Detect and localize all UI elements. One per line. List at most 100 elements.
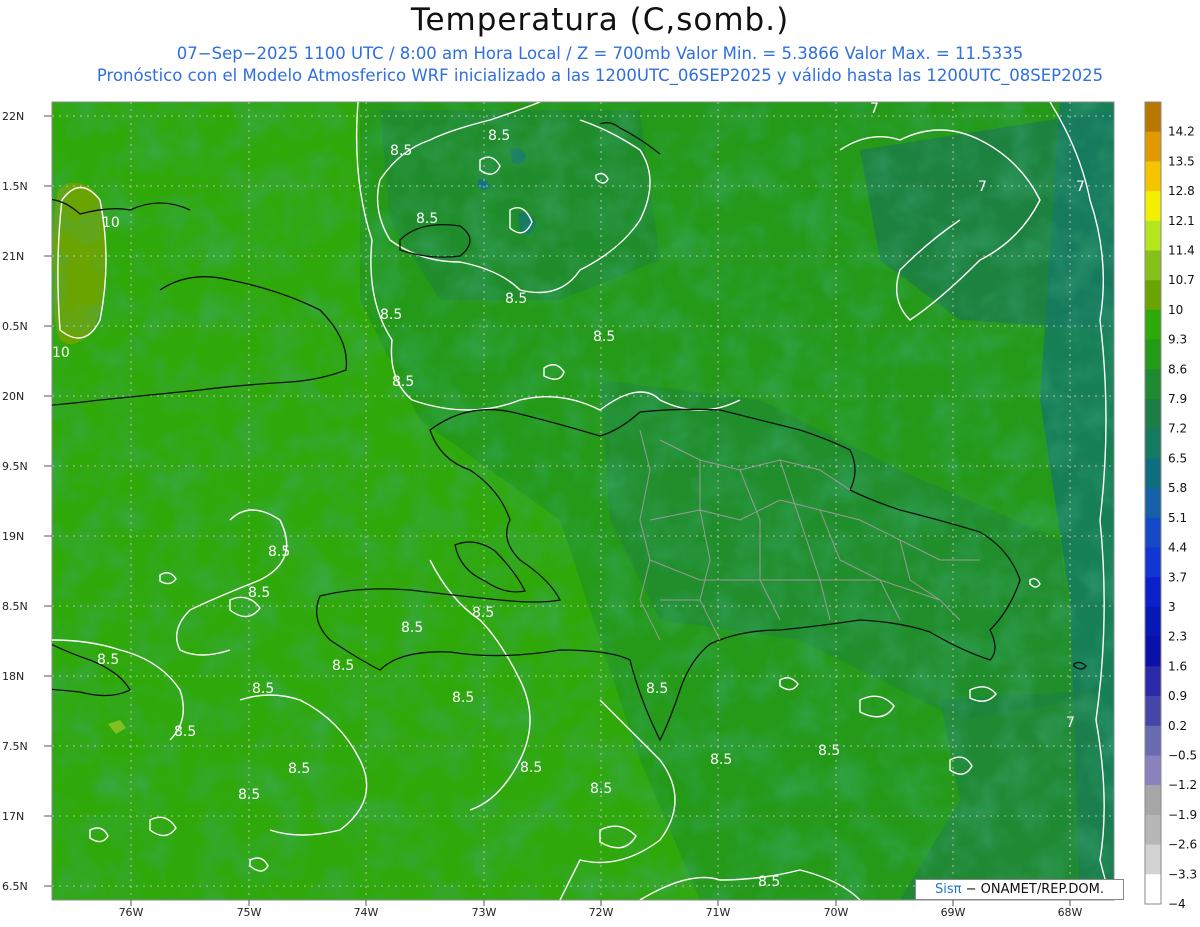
contour-label: 8.5 bbox=[505, 291, 527, 307]
colorbar-swatch bbox=[1145, 547, 1161, 578]
lat-tick-label: 18N bbox=[2, 670, 24, 683]
colorbar-label: 12.1 bbox=[1168, 214, 1195, 228]
colorbar-label: −1.2 bbox=[1168, 778, 1197, 792]
contour-label: 7 bbox=[870, 101, 879, 117]
contour-label: 8.5 bbox=[238, 787, 260, 803]
colorbar-swatch bbox=[1145, 102, 1161, 133]
lat-tick-label: 9.5N bbox=[2, 460, 28, 473]
colorbar-swatch bbox=[1145, 666, 1161, 697]
contour-label: 8.5 bbox=[380, 307, 402, 323]
lon-tick-label: 69W bbox=[941, 906, 966, 919]
colorbar-swatch bbox=[1145, 785, 1161, 816]
colorbar-swatch bbox=[1145, 606, 1161, 638]
colorbar-swatch bbox=[1145, 161, 1161, 192]
lon-tick-label: 74W bbox=[354, 906, 379, 919]
colorbar-swatch bbox=[1145, 636, 1161, 667]
colorbar-label: 1.6 bbox=[1168, 659, 1187, 673]
lat-tick-label: 20N bbox=[2, 390, 24, 403]
colorbar-label: 3 bbox=[1168, 600, 1176, 614]
colorbar-swatch bbox=[1145, 874, 1161, 905]
lat-tick-label: 6.5N bbox=[2, 880, 28, 893]
colorbar-label: 2.3 bbox=[1168, 630, 1187, 644]
lon-tick-label: 76W bbox=[119, 906, 144, 919]
lat-tick-label: 7.5N bbox=[2, 740, 28, 753]
longitude-axis: 76W 75W 74W 73W 72W 71W 70W 69W 68W bbox=[119, 900, 1083, 919]
contour-label: 8.5 bbox=[758, 874, 780, 890]
colorbar-swatch bbox=[1145, 369, 1161, 400]
colorbar-label: 5.1 bbox=[1168, 511, 1187, 525]
colorbar-swatch bbox=[1145, 458, 1161, 489]
colorbar-label: −4 bbox=[1168, 897, 1186, 911]
colorbar-label: 10 bbox=[1168, 303, 1183, 317]
contour-label: 8.5 bbox=[818, 743, 840, 759]
contour-label: 8.5 bbox=[593, 329, 615, 345]
colorbar-label: 0.9 bbox=[1168, 689, 1187, 703]
contour-label: 7 bbox=[978, 179, 987, 195]
contour-label: 8.5 bbox=[452, 690, 474, 706]
colorbar-label: 0.2 bbox=[1168, 719, 1187, 733]
credit-box: Sisπ − ONAMET/REP.DOM. bbox=[915, 879, 1124, 900]
contour-label: 8.5 bbox=[288, 761, 310, 777]
contour-label: 8.5 bbox=[416, 211, 438, 227]
colorbar-swatch bbox=[1145, 339, 1161, 370]
lat-tick-label: 0.5N bbox=[2, 320, 28, 333]
temperature-map: 8.5 8.5 8.5 8.5 8.5 8.5 10 10 7 7 7 7 8.… bbox=[2, 101, 1197, 919]
colorbar-swatch bbox=[1145, 517, 1161, 549]
colorbar-swatch bbox=[1145, 280, 1161, 311]
colorbar-swatch bbox=[1145, 577, 1161, 608]
colorbar-swatch bbox=[1145, 488, 1161, 519]
contour-label: 8.5 bbox=[332, 658, 354, 674]
colorbar-swatch bbox=[1145, 220, 1161, 252]
colorbar-label: −2.6 bbox=[1168, 838, 1197, 852]
colorbar-label: 13.5 bbox=[1168, 154, 1195, 168]
lat-tick-label: 8.5N bbox=[2, 600, 28, 613]
colorbar-label: 14.2 bbox=[1168, 125, 1195, 139]
colorbar-label: 9.3 bbox=[1168, 333, 1187, 347]
contour-label: 8.5 bbox=[268, 544, 290, 560]
colorbar-label: 6.5 bbox=[1168, 451, 1187, 465]
lat-tick-label: 1.5N bbox=[2, 180, 28, 193]
lat-tick-label: 19N bbox=[2, 530, 24, 543]
colorbar-label: −0.5 bbox=[1168, 748, 1197, 762]
colorbar-swatch bbox=[1145, 309, 1161, 341]
colorbar-label: 7.9 bbox=[1168, 392, 1187, 406]
colorbar-swatch bbox=[1145, 131, 1161, 162]
colorbar-swatch bbox=[1145, 696, 1161, 727]
contour-label: 8.5 bbox=[390, 143, 412, 159]
colorbar-swatch bbox=[1145, 428, 1161, 459]
colorbar-label: 5.8 bbox=[1168, 481, 1187, 495]
colorbar-swatch bbox=[1145, 191, 1161, 222]
lon-tick-label: 71W bbox=[706, 906, 731, 919]
contour-label: 10 bbox=[102, 215, 120, 231]
colorbar-swatch bbox=[1145, 844, 1161, 875]
colorbar-label: 8.6 bbox=[1168, 362, 1187, 376]
credit-text: − ONAMET/REP.DOM. bbox=[965, 882, 1105, 897]
temperature-shading bbox=[52, 102, 1114, 900]
lon-tick-label: 70W bbox=[824, 906, 849, 919]
lat-tick-label: 21N bbox=[2, 250, 24, 263]
contour-label: 8.5 bbox=[392, 374, 414, 390]
lat-tick-label: 22N bbox=[2, 110, 24, 123]
contour-label: 8.5 bbox=[472, 605, 494, 621]
colorbar-swatch bbox=[1145, 814, 1161, 846]
lat-tick-label: 17N bbox=[2, 810, 24, 823]
colorbar-label: −1.9 bbox=[1168, 808, 1197, 822]
lon-tick-label: 72W bbox=[589, 906, 614, 919]
contour-label: 8.5 bbox=[252, 681, 274, 697]
contour-label: 8.5 bbox=[97, 652, 119, 668]
contour-label: 7 bbox=[1076, 179, 1085, 195]
contour-label: 8.5 bbox=[710, 752, 732, 768]
colorbar-label: −3.3 bbox=[1168, 867, 1197, 881]
colorbar-swatch bbox=[1145, 399, 1161, 430]
colorbar-label: 12.8 bbox=[1168, 184, 1195, 198]
colorbar-label: 3.7 bbox=[1168, 570, 1187, 584]
contour-label: 8.5 bbox=[488, 128, 510, 144]
contour-label: 8.5 bbox=[590, 781, 612, 797]
colorbar: 14.2 13.5 12.8 12.1 11.4 10.7 10 9.3 8.6 7.9 7.2 6.… bbox=[1144, 101, 1197, 911]
lon-tick-label: 68W bbox=[1058, 906, 1083, 919]
colorbar-label: 10.7 bbox=[1168, 273, 1195, 287]
contour-label: 8.5 bbox=[520, 760, 542, 776]
colorbar-swatch bbox=[1145, 250, 1161, 281]
contour-label: 7 bbox=[1066, 715, 1075, 731]
lon-tick-label: 73W bbox=[472, 906, 497, 919]
